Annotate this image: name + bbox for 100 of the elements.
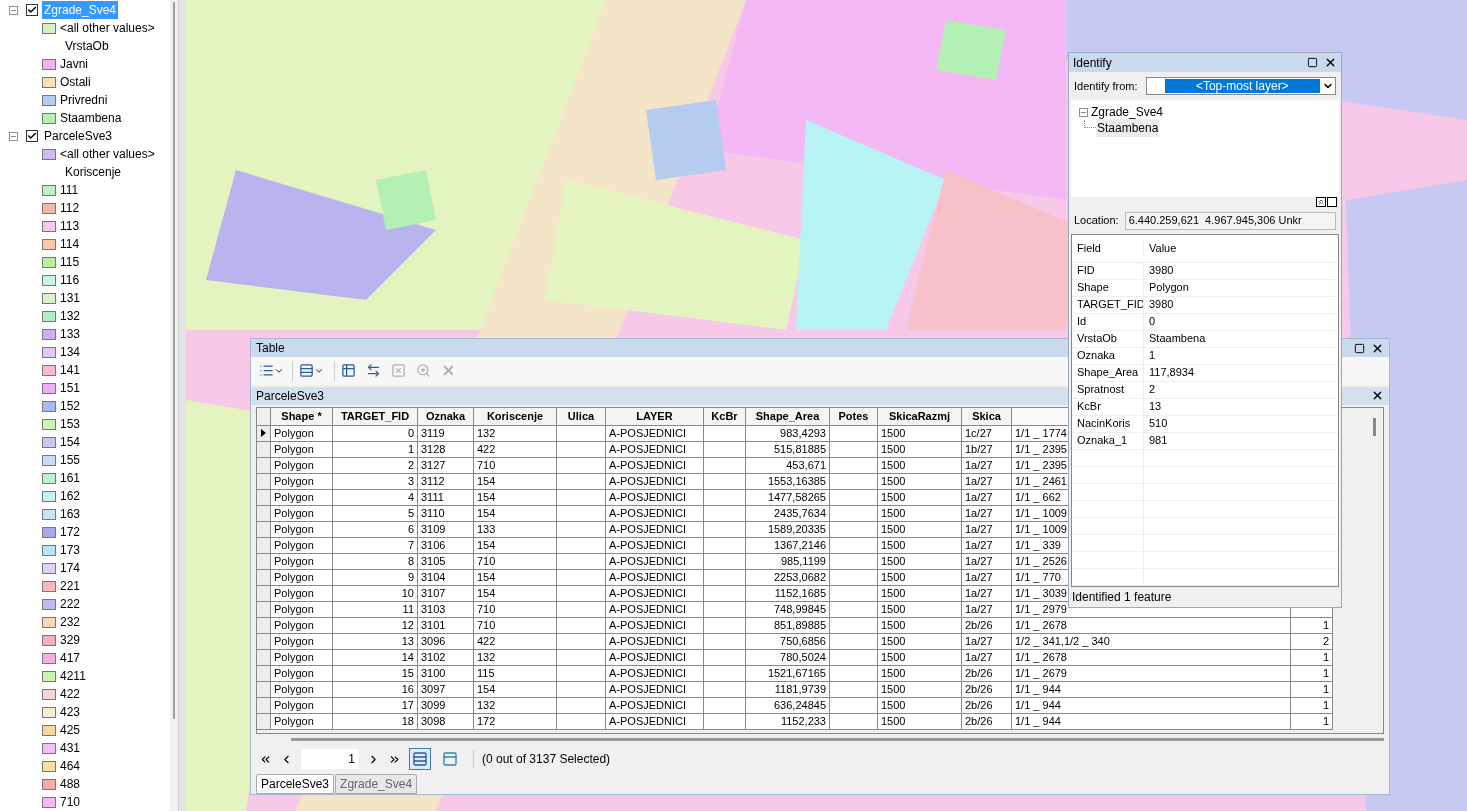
- related-tables-icon: [299, 363, 314, 379]
- maximize-icon: [1354, 342, 1365, 354]
- column-header[interactable]: Oznaka: [418, 407, 474, 426]
- column-header[interactable]: Koriscenje: [474, 407, 557, 426]
- legend-label: 710: [60, 794, 81, 811]
- legend-label: 232: [60, 614, 81, 631]
- field-value: 1: [1143, 347, 1338, 364]
- legend-heading: Koriscenje: [65, 164, 122, 181]
- window-title: Table: [256, 340, 285, 357]
- legend-label: 151: [60, 380, 81, 397]
- legend-label: 4211: [60, 668, 86, 685]
- show-all-records-button[interactable]: [409, 748, 431, 771]
- legend-label: 423: [60, 704, 81, 721]
- table-tab[interactable]: ParceleSve3: [256, 774, 335, 794]
- clear-selection-icon: [391, 363, 406, 379]
- layer-name[interactable]: ParceleSve3: [42, 127, 115, 145]
- legend-label: 115: [60, 254, 80, 271]
- column-header[interactable]: [1012, 407, 1068, 426]
- collapse-icon[interactable]: [1079, 107, 1088, 117]
- selection-status: (0 out of 3137 Selected): [473, 750, 611, 769]
- legend-label: 488: [60, 776, 81, 793]
- field-name: FID: [1076, 263, 1096, 279]
- legend-label: 132: [60, 308, 81, 325]
- legend-label: 162: [60, 488, 81, 505]
- field-name: KcBr: [1076, 399, 1102, 415]
- legend-label: 417: [60, 650, 81, 667]
- column-header[interactable]: LAYER: [606, 407, 704, 426]
- column-header[interactable]: Ulica: [557, 407, 606, 426]
- window-title: Identify: [1073, 54, 1112, 72]
- tree-item[interactable]: Staambena: [1096, 119, 1160, 138]
- location-field[interactable]: 6.440.259,621 4.967.945,306 Unkr: [1124, 211, 1336, 230]
- column-header[interactable]: TARGET_FID: [333, 407, 418, 426]
- field-value: Staambena: [1143, 330, 1338, 347]
- record-field[interactable]: 1: [301, 749, 359, 770]
- legend-label: 431: [60, 740, 81, 757]
- legend-label: 114: [60, 236, 80, 253]
- legend-label: 134: [60, 344, 81, 361]
- legend-label: 425: [60, 722, 81, 739]
- table-options-icon: [259, 363, 274, 379]
- current-row-icon: [261, 429, 266, 438]
- legend-label: 161: [60, 470, 81, 487]
- identify-from-label: Identify from:: [1074, 79, 1138, 95]
- legend-label: Javni: [60, 56, 88, 73]
- collapse-icon[interactable]: [9, 5, 18, 15]
- table-tab[interactable]: Zgrade_Sve4: [335, 774, 418, 794]
- legend-label: 152: [60, 398, 81, 415]
- column-header[interactable]: Potes: [830, 407, 878, 426]
- switch-selection-icon: [366, 363, 381, 379]
- field-name: Spratnost: [1076, 382, 1126, 398]
- layer-dropdown[interactable]: <Top-most layer>: [1145, 77, 1336, 96]
- column-header[interactable]: KcBr: [704, 407, 746, 426]
- field-value: 510: [1143, 415, 1338, 432]
- field-value: 3980: [1143, 262, 1338, 279]
- legend-label: 153: [60, 416, 81, 433]
- column-header[interactable]: Skica: [962, 407, 1012, 426]
- column-header[interactable]: Field: [1072, 239, 1143, 257]
- field-value: 13: [1143, 398, 1338, 415]
- legend-label: Staambena: [60, 110, 122, 127]
- legend-label: 141: [60, 362, 81, 379]
- column-header[interactable]: Shape_Area: [746, 407, 830, 426]
- zoom-icon: [416, 363, 431, 379]
- legend-label: 113: [60, 218, 80, 235]
- maximize-icon: [1307, 57, 1318, 69]
- collapse-icon[interactable]: [9, 131, 18, 141]
- field-name: VrstaOb: [1076, 331, 1118, 347]
- legend-label: 422: [60, 686, 81, 703]
- field-name: Shape_Area: [1076, 365, 1140, 381]
- field-name: Oznaka: [1076, 348, 1116, 364]
- legend-label: 221: [60, 578, 81, 595]
- field-value: 2: [1143, 381, 1338, 398]
- scrollbar[interactable]: [170, 0, 178, 811]
- legend-label: 172: [60, 524, 81, 541]
- column-header[interactable]: Value: [1143, 239, 1338, 257]
- layer-checkbox[interactable]: [26, 130, 38, 142]
- layer-checkbox[interactable]: [26, 4, 38, 16]
- legend-heading: VrstaOb: [65, 38, 109, 55]
- dropdown-value: <Top-most layer>: [1164, 79, 1320, 94]
- tree-item[interactable]: Zgrade_Sve4: [1091, 103, 1164, 122]
- table-title: ParceleSve3: [256, 387, 325, 405]
- legend-label: 116: [60, 272, 80, 289]
- field-value: 117,8934: [1143, 364, 1338, 381]
- legend-label: 222: [60, 596, 81, 613]
- field-value: Polygon: [1143, 279, 1338, 296]
- field-value: 0: [1143, 313, 1338, 330]
- legend-label: <all other values>: [60, 20, 155, 37]
- location-label: Location:: [1074, 213, 1119, 229]
- legend-label: Ostali: [60, 74, 91, 91]
- legend-label: 464: [60, 758, 81, 775]
- toolbar-button[interactable]: [334, 360, 358, 381]
- column-header[interactable]: SkicaRazmj: [878, 407, 962, 426]
- legend-label: 111: [60, 182, 79, 199]
- column-header[interactable]: Shape *: [271, 407, 333, 426]
- legend-label: Privredni: [60, 92, 108, 109]
- legend-label: 329: [60, 632, 81, 649]
- field-name: Shape: [1076, 280, 1110, 296]
- field-name: TARGET_FID: [1076, 297, 1143, 313]
- field-value: 3980: [1143, 296, 1338, 313]
- legend-label: 131: [60, 290, 81, 307]
- splitter-handle-icon[interactable]: [1327, 197, 1337, 208]
- legend-label: 154: [60, 434, 81, 451]
